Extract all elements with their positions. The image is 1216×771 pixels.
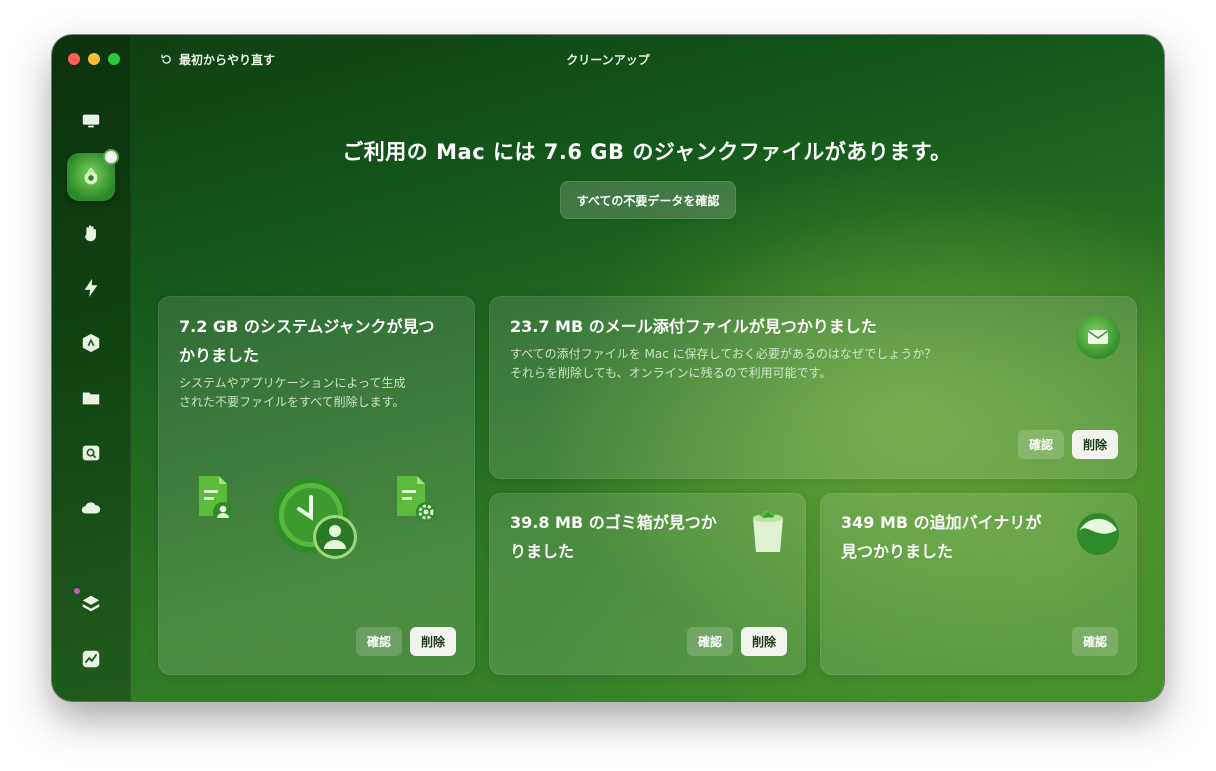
sidebar-item-files[interactable] — [78, 385, 104, 411]
monitor-icon — [82, 114, 100, 128]
system-junk-title-line1: 7.2 GB のシステムジャンクが見つ — [179, 317, 435, 336]
sidebar — [52, 35, 131, 701]
system-junk-delete-button[interactable]: 削除 — [410, 627, 456, 656]
mail-icon — [1076, 315, 1120, 359]
system-junk-title: 7.2 GB のシステムジャンクが見つ かりました — [179, 312, 435, 370]
binaries-icon — [1077, 513, 1119, 555]
trash-title-line2: りました — [510, 542, 575, 561]
sidebar-item-applications[interactable] — [78, 330, 104, 356]
trash-title-line1: 39.8 MB のゴミ箱が見つか — [510, 513, 717, 532]
document-user-icon — [199, 476, 233, 522]
folder-icon — [82, 392, 100, 405]
hand-icon — [84, 225, 96, 242]
sidebar-item-space-lens[interactable] — [78, 440, 104, 466]
binaries-card: 349 MB の追加バイナリが 見つかりました 確認 — [820, 493, 1137, 675]
mail-attachments-desc-line1: すべての添付ファイルを Mac に保存しておく必要があるのはなぜでしょうか？ — [510, 347, 937, 361]
review-all-button[interactable]: すべての不要データを確認 — [560, 181, 736, 219]
system-junk-desc-line2: された不要ファイルをすべて削除します。 — [179, 395, 405, 409]
cleanup-icon — [84, 167, 98, 185]
system-junk-title-line2: かりました — [179, 346, 260, 365]
system-junk-desc-line1: システムやアプリケーションによって生成 — [179, 376, 406, 390]
mail-attachments-delete-button[interactable]: 削除 — [1072, 430, 1118, 459]
document-gear-icon — [397, 476, 436, 522]
trash-bin-icon — [753, 510, 783, 552]
mail-attachments-review-button[interactable]: 確認 — [1018, 430, 1064, 459]
app-window: 最初からやり直す クリーンアップ ご利用の Mac には 7.6 GB のジャン… — [52, 35, 1164, 701]
sidebar-item-cleanup[interactable] — [67, 149, 119, 201]
sidebar-item-protection[interactable] — [78, 220, 104, 246]
system-junk-card: 7.2 GB のシステムジャンクが見つ かりました システムやアプリケーションに… — [158, 296, 475, 675]
binaries-title-line1: 349 MB の追加バイナリが — [841, 513, 1042, 532]
lightning-icon — [84, 278, 98, 298]
apps-icon — [82, 333, 100, 353]
sidebar-item-layers[interactable] — [78, 591, 104, 617]
window-title: クリーンアップ — [566, 53, 650, 67]
system-junk-description: システムやアプリケーションによって生成 された不要ファイルをすべて削除します。 — [179, 374, 405, 412]
binaries-title: 349 MB の追加バイナリが 見つかりました — [841, 508, 1041, 566]
clock-user-icon — [273, 477, 357, 559]
mail-attachments-description: すべての添付ファイルを Mac に保存しておく必要があるのはなぜでしょうか？ そ… — [510, 345, 936, 383]
sidebar-item-stats[interactable] — [78, 646, 104, 672]
trash-title: 39.8 MB のゴミ箱が見つか りました — [510, 508, 717, 566]
mail-attachments-desc-line2: それらを削除しても、オンラインに残るので利用可能です。 — [510, 366, 832, 380]
sidebar-item-performance[interactable] — [78, 275, 104, 301]
trash-review-button[interactable]: 確認 — [687, 627, 733, 656]
trash-delete-button[interactable]: 削除 — [741, 627, 787, 656]
system-junk-review-button[interactable]: 確認 — [356, 627, 402, 656]
notification-dot — [103, 149, 119, 165]
sidebar-item-cloud[interactable] — [78, 495, 104, 521]
binaries-review-button[interactable]: 確認 — [1072, 627, 1118, 656]
binaries-title-line2: 見つかりました — [841, 542, 954, 561]
sidebar-item-monitor[interactable] — [78, 108, 104, 134]
mail-attachments-card: 23.7 MB のメール添付ファイルが見つかりました すべての添付ファイルを M… — [489, 296, 1137, 479]
page-title: ご利用の Mac には 7.6 GB のジャンクファイルがあります。 — [342, 140, 952, 164]
mail-attachments-title: 23.7 MB のメール添付ファイルが見つかりました — [510, 317, 877, 336]
search-drive-icon — [82, 445, 100, 461]
chart-icon — [82, 650, 100, 668]
trash-card: 39.8 MB のゴミ箱が見つか りました 確認 削除 — [489, 493, 806, 675]
cloud-icon — [81, 502, 101, 514]
layers-icon — [82, 595, 100, 612]
